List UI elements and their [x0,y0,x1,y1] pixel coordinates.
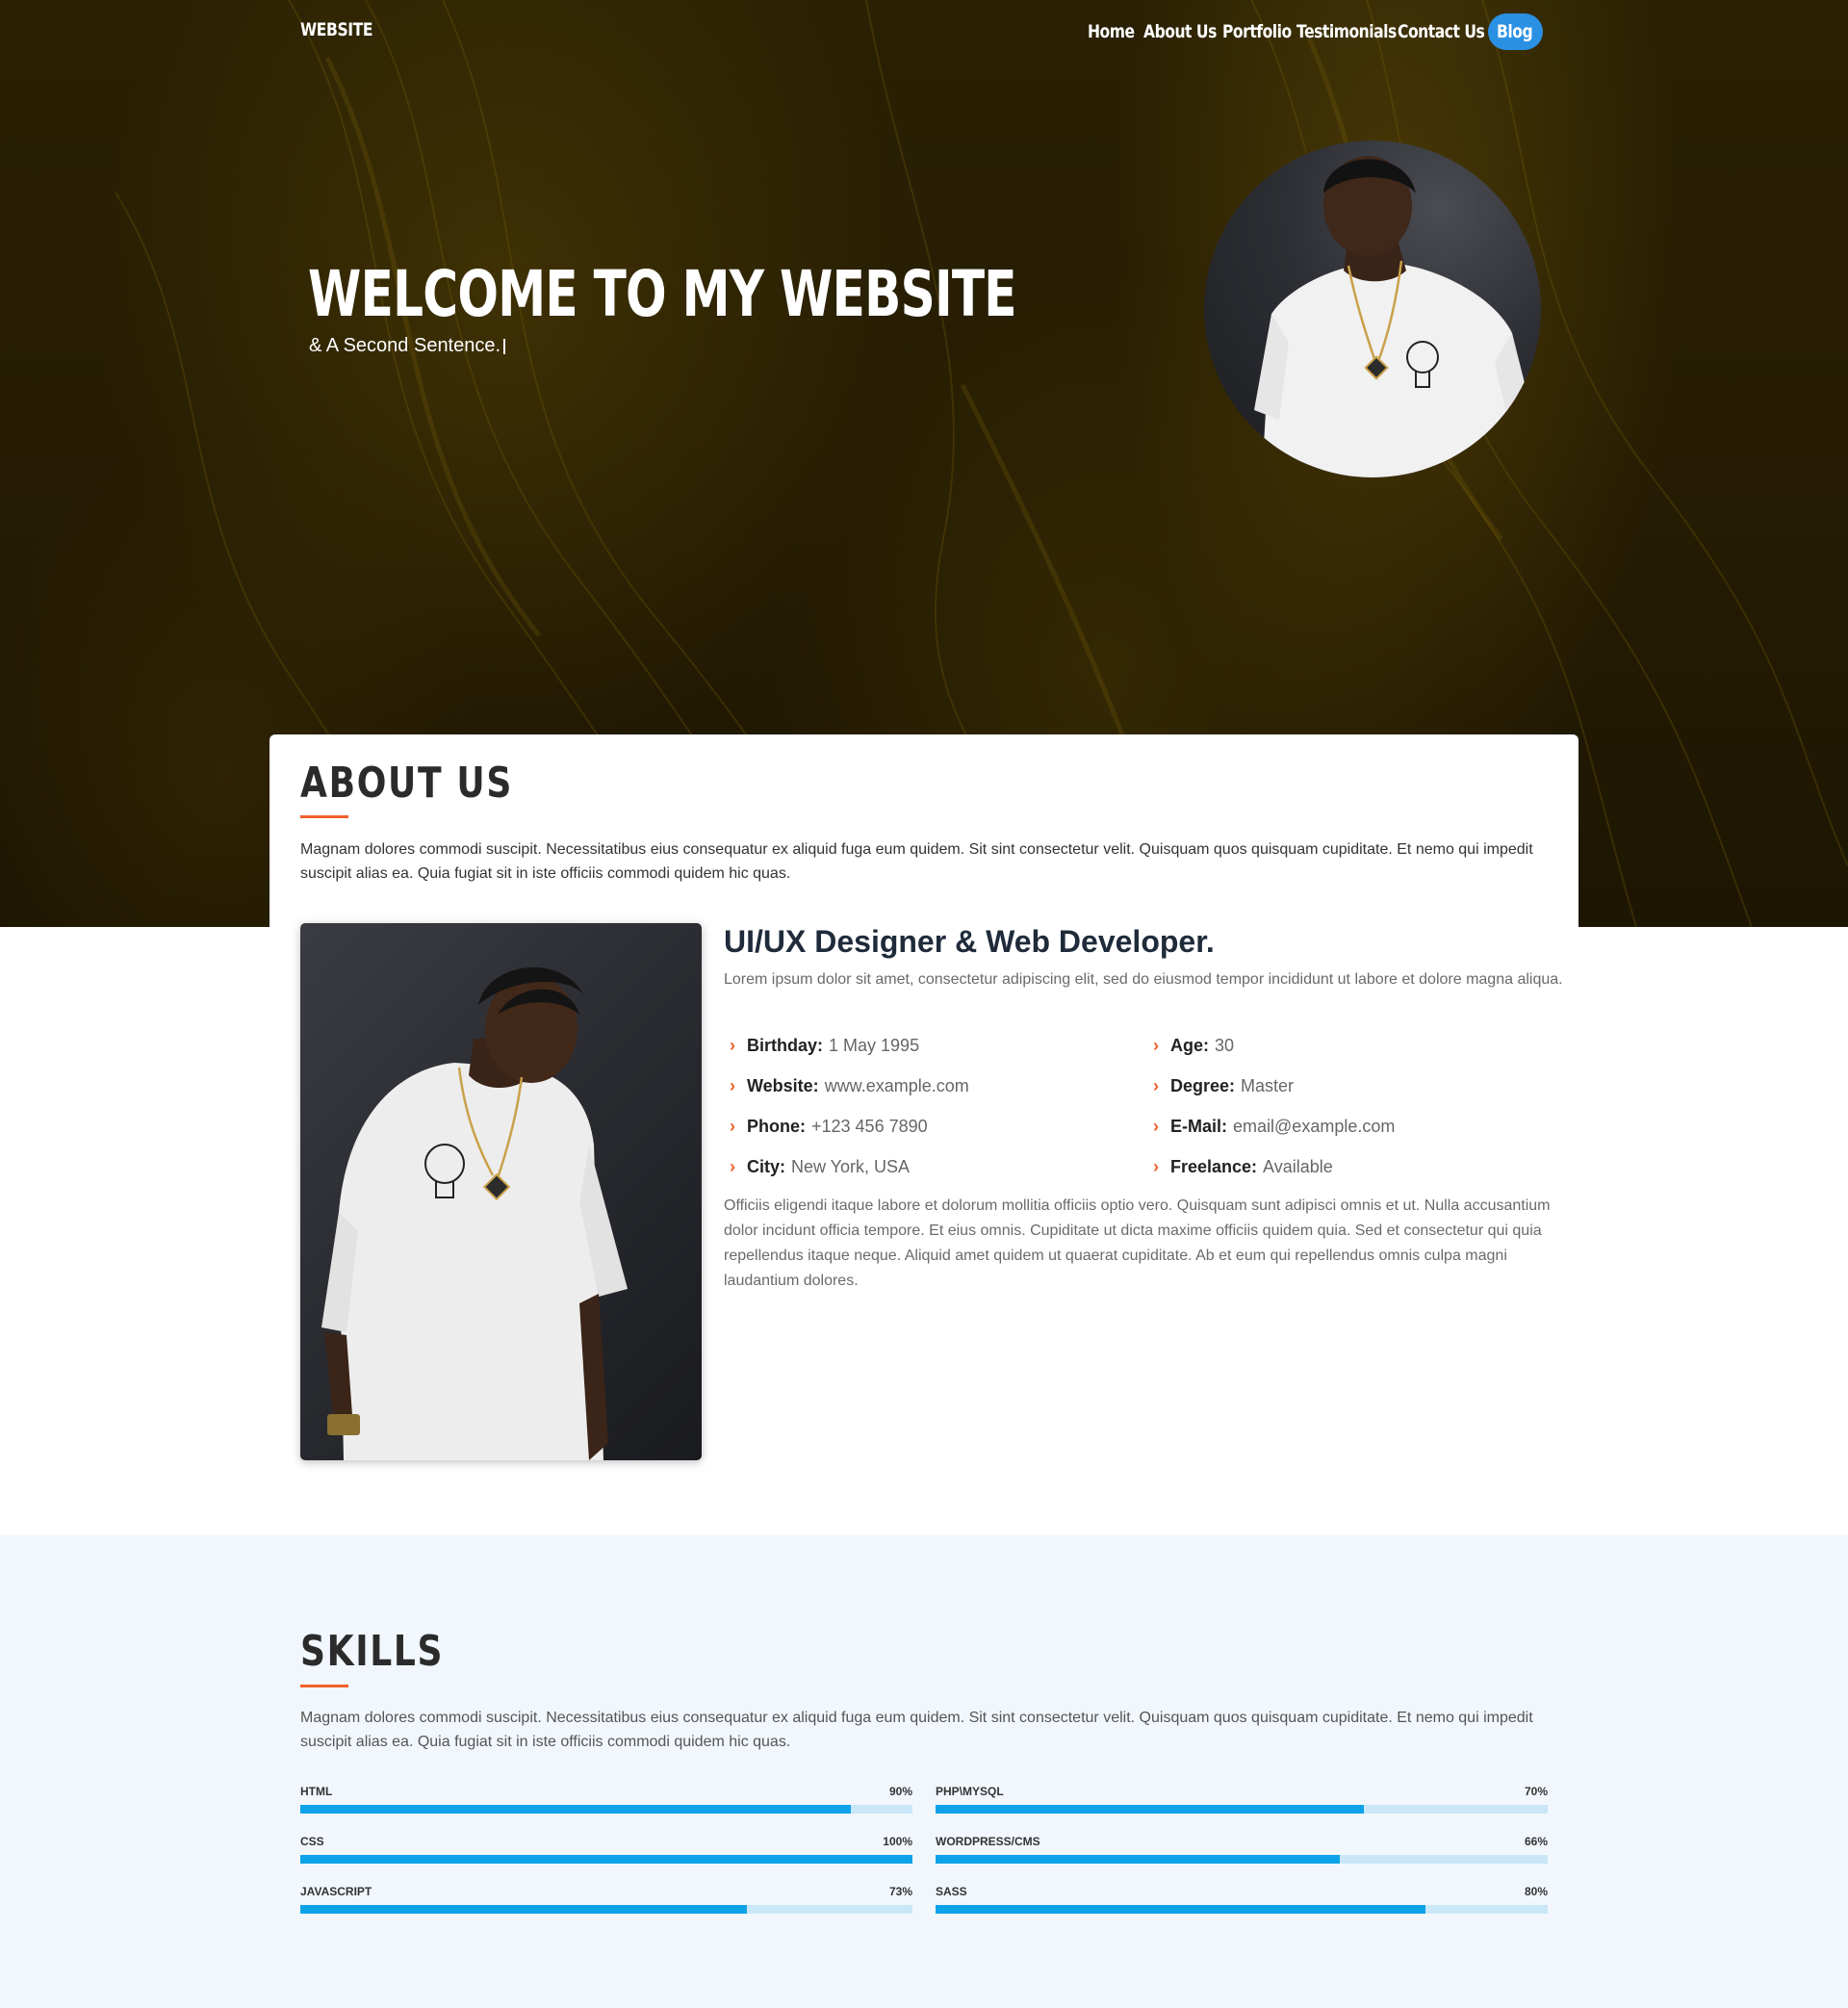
nav-item-blog[interactable]: Blog [1488,13,1543,50]
skills-title: SKILLS [300,1627,445,1676]
skill-progress-bar [936,1905,1425,1914]
about-title: ABOUT US [300,759,513,808]
skill-name: PHP\MYSQL [936,1785,1004,1798]
chevron-right-icon: › [1153,1117,1159,1136]
info-label: Website: [747,1076,819,1095]
nav-item-about-us[interactable]: About Us [1143,13,1217,50]
info-value: +123 456 7890 [811,1117,928,1136]
about-lead: Lorem ipsum dolor sit amet, consectetur … [724,971,1563,988]
skill-track [300,1805,912,1814]
profile-avatar-illustration [1254,156,1536,477]
skill-name: CSS [300,1835,324,1848]
nav-blog-label: Blog [1497,21,1533,42]
skill-percent: 70% [1524,1785,1548,1798]
skills-title-underline [300,1685,348,1687]
nav-item-contact-us[interactable]: Contact Us [1398,13,1485,50]
info-birthday: › Birthday: 1 May 1995 [730,1033,919,1058]
skill-css: CSS 100% [300,1835,912,1864]
info-value: Master [1241,1076,1295,1095]
info-value[interactable]: www.example.com [825,1076,969,1095]
skill-javascript: JAVASCRIPT 73% [300,1885,912,1914]
skill-php-mysql: PHP\MYSQL 70% [936,1785,1548,1814]
info-label: Age: [1170,1036,1209,1055]
nav-item-home[interactable]: Home [1088,13,1135,50]
about-title-underline [300,815,348,818]
skills-section: SKILLS Magnam dolores commodi suscipit. … [0,1535,1848,2008]
info-email: › E-Mail: email@example.com [1153,1114,1395,1139]
skill-progress-bar [300,1905,748,1914]
skill-track [300,1855,912,1864]
info-value: New York, USA [791,1157,911,1176]
info-label: Freelance: [1170,1157,1258,1176]
skill-percent: 100% [883,1835,912,1848]
skill-name: SASS [936,1885,967,1898]
info-age: › Age: 30 [1153,1033,1234,1058]
skill-progress-bar [936,1805,1365,1814]
skill-name: HTML [300,1785,333,1798]
skill-name: WORDPRESS/CMS [936,1835,1040,1848]
skill-wordpress-cms: WORDPRESS/CMS 66% [936,1835,1548,1864]
skill-progress-bar [300,1855,912,1864]
site-logo[interactable]: WEBSITE [300,19,373,40]
skill-html: HTML 90% [300,1785,912,1814]
skill-track [936,1905,1548,1914]
profile-avatar [1204,141,1541,477]
info-value: 30 [1215,1036,1235,1055]
chevron-right-icon: › [730,1076,735,1095]
skill-track [936,1805,1548,1814]
chevron-right-icon: › [1153,1157,1159,1176]
chevron-right-icon: › [1153,1036,1159,1055]
main-nav: Home About Us Portfolio Testimonials Con… [1078,13,1546,50]
skill-percent: 73% [888,1885,912,1898]
info-city: › City: New York, USA [730,1154,910,1179]
info-label: Degree: [1170,1076,1236,1095]
info-label: City: [747,1157,785,1176]
skill-track [300,1905,912,1914]
hero-subtitle: & A Second Sentence. [309,335,506,357]
hero-title: WELCOME TO MY WEBSITE [308,257,1017,331]
skill-percent: 80% [1524,1885,1548,1898]
info-degree: › Degree: Master [1153,1073,1294,1098]
chevron-right-icon: › [1153,1076,1159,1095]
about-description: Magnam dolores commodi suscipit. Necessi… [300,841,1533,882]
skill-progress-bar [300,1805,852,1814]
about-body: Officiis eligendi itaque labore et dolor… [724,1197,1551,1289]
skill-track [936,1855,1548,1864]
typing-cursor [503,339,506,354]
chevron-right-icon: › [730,1117,735,1136]
skills-description: Magnam dolores commodi suscipit. Necessi… [300,1710,1533,1750]
info-phone: › Phone: +123 456 7890 [730,1114,928,1139]
info-label: Birthday: [747,1036,824,1055]
info-value[interactable]: email@example.com [1233,1117,1395,1136]
chevron-right-icon: › [730,1157,735,1176]
skill-percent: 90% [888,1785,912,1798]
info-label: E-Mail: [1170,1117,1228,1136]
about-photo-illustration [321,966,628,1460]
skill-sass: SASS 80% [936,1885,1548,1914]
about-photo [300,923,702,1460]
info-value: 1 May 1995 [829,1036,920,1055]
nav-item-testimonials[interactable]: Testimonials [1296,13,1397,50]
skill-name: JAVASCRIPT [300,1885,372,1898]
chevron-right-icon: › [730,1036,735,1055]
info-label: Phone: [747,1117,806,1136]
info-value: Available [1263,1157,1333,1176]
nav-item-portfolio[interactable]: Portfolio [1222,13,1292,50]
about-heading: UI/UX Designer & Web Developer. [724,924,1215,959]
skill-progress-bar [936,1855,1340,1864]
info-freelance: › Freelance: Available [1153,1154,1333,1179]
skill-percent: 66% [1524,1835,1548,1848]
info-website: › Website: www.example.com [730,1073,969,1098]
hero-subtitle-text: & A Second Sentence. [309,335,501,356]
navbar: WEBSITE Home About Us Portfolio Testimon… [0,0,1848,64]
